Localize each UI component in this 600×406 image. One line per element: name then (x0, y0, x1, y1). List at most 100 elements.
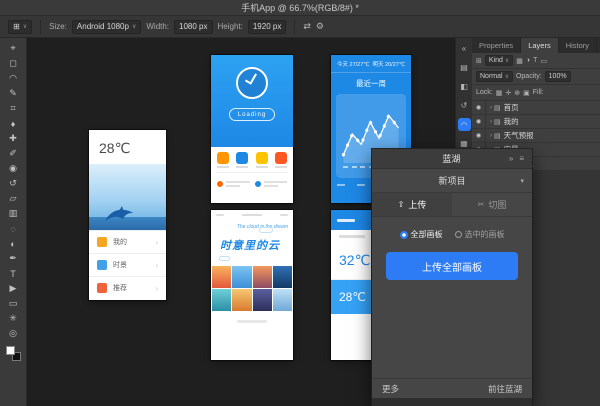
banner-item[interactable] (217, 177, 250, 191)
loading-button[interactable]: Loading (229, 108, 275, 121)
collapse-panels-icon[interactable]: « (458, 42, 471, 55)
collapse-icon[interactable]: » (509, 154, 513, 163)
quick-selection-tool-icon[interactable]: ✎ (3, 86, 23, 101)
app-shortcut[interactable] (275, 152, 287, 168)
app-icon (256, 152, 268, 164)
banner-item[interactable] (255, 177, 288, 191)
artboard-scene[interactable]: The cloud in the dream 时意里的云 (211, 210, 293, 360)
photo-thumbnail[interactable] (232, 266, 251, 288)
color-swatches[interactable] (6, 346, 21, 361)
dodge-tool-icon[interactable]: ◐ (3, 236, 23, 251)
artboard-loading[interactable]: Loading (211, 55, 293, 203)
orientation-icon[interactable]: ⇄ (303, 21, 311, 32)
opacity-input[interactable]: 100% (545, 71, 571, 82)
board-scope-radios: 全部画板 选中的画板 (400, 229, 505, 240)
visibility-eye-icon[interactable]: ◉ (472, 129, 486, 142)
app-shortcut[interactable] (256, 152, 268, 168)
clone-stamp-tool-icon[interactable]: ◉ (3, 161, 23, 176)
photo-thumbnail[interactable] (232, 289, 251, 311)
lock-all-icon[interactable]: ▣ (523, 89, 530, 97)
lanhu-plugin-icon[interactable]: ◠ (458, 118, 471, 131)
lasso-tool-icon[interactable]: ◠ (3, 71, 23, 86)
visibility-eye-icon[interactable]: ◉ (472, 115, 486, 128)
layer-row[interactable]: ◉ › ▤ 我的 (472, 115, 600, 129)
foreground-color-swatch[interactable] (6, 346, 15, 355)
scene-title: 时意里的云 (220, 237, 280, 253)
move-tool-icon[interactable]: ⌖ (3, 41, 23, 56)
expand-caret-icon[interactable]: › (490, 105, 492, 111)
tab-slice-label: 切图 (488, 198, 506, 211)
tab-slice[interactable]: ✂ 切图 (452, 193, 532, 216)
filter-pixel-icon[interactable]: ▦ (516, 57, 523, 65)
tab-history[interactable]: History (559, 38, 597, 53)
filter-shape-icon[interactable]: ▭ (540, 57, 547, 65)
tab-upload[interactable]: ⇧ 上传 (372, 193, 452, 216)
path-selection-tool-icon[interactable]: ▶ (3, 281, 23, 296)
label-placeholder (256, 166, 268, 168)
layer-row[interactable]: ◉ › ▤ 天气预报 (472, 129, 600, 143)
lanhu-upload-body: 全部画板 选中的画板 上传全部画板 (372, 217, 532, 378)
visibility-eye-icon[interactable]: ◉ (472, 101, 486, 114)
chevron-down-icon: ∨ (23, 23, 27, 30)
artboard-home[interactable]: 28℃ 我的 › 时景 › 推荐 › (89, 130, 166, 300)
panel-tabs: Properties Layers History (472, 38, 600, 53)
lock-artboard-icon[interactable]: ⊕ (514, 89, 520, 97)
project-select[interactable]: 新项目 ▾ (372, 169, 532, 193)
history-panel-icon[interactable]: ↺ (458, 99, 471, 112)
size-select[interactable]: Android 1080p ∨ (72, 20, 141, 34)
history-brush-tool-icon[interactable]: ↺ (3, 176, 23, 191)
lock-pixels-icon[interactable]: ▦ (496, 89, 503, 97)
app-shortcut[interactable] (236, 152, 248, 168)
photo-thumbnail[interactable] (253, 289, 272, 311)
expand-caret-icon[interactable]: › (490, 133, 492, 139)
tab-properties[interactable]: Properties (472, 38, 521, 53)
eraser-tool-icon[interactable]: ▱ (3, 191, 23, 206)
radio-all-artboards[interactable]: 全部画板 (400, 229, 443, 240)
blur-tool-icon[interactable]: ◌ (3, 221, 23, 236)
adjustments-panel-icon[interactable]: ◧ (458, 80, 471, 93)
gradient-tool-icon[interactable]: ▥ (3, 206, 23, 221)
app-shortcut[interactable] (217, 152, 229, 168)
crop-tool-icon[interactable]: ⌗ (3, 101, 23, 116)
photo-thumbnail[interactable] (212, 266, 231, 288)
swatches-panel-icon[interactable]: ▤ (458, 61, 471, 74)
layer-name: 首页 (504, 102, 519, 113)
settings-gear-icon[interactable]: ⚙ (316, 21, 324, 32)
artboard-tool-preset[interactable]: ⊞ ∨ (8, 20, 32, 34)
home-menu-item-recommend[interactable]: 推荐 › (89, 276, 166, 299)
eyedropper-tool-icon[interactable]: ♦ (3, 116, 23, 131)
filter-type-icon[interactable]: T (533, 57, 537, 64)
lock-position-icon[interactable]: ✛ (505, 89, 511, 97)
more-link[interactable]: 更多 (382, 383, 399, 395)
shape-tool-icon[interactable]: ▭ (3, 296, 23, 311)
brush-tool-icon[interactable]: ✐ (3, 146, 23, 161)
radio-selected-artboards[interactable]: 选中的画板 (455, 229, 505, 240)
pen-tool-icon[interactable]: ✒ (3, 251, 23, 266)
width-input[interactable]: 1080 px (174, 20, 212, 34)
height-input[interactable]: 1920 px (248, 20, 286, 34)
upload-all-artboards-button[interactable]: 上传全部画板 (386, 252, 518, 280)
zoom-tool-icon[interactable]: ◎ (3, 326, 23, 341)
layer-row[interactable]: ◉ › ▤ 首页 (472, 101, 600, 115)
home-menu-item-mine[interactable]: 我的 › (89, 230, 166, 253)
panel-menu-icon[interactable]: ≡ (519, 154, 524, 163)
hand-tool-icon[interactable]: ✳ (3, 311, 23, 326)
filter-adjustment-icon[interactable]: ◑ (526, 57, 530, 64)
fill-label: Fill: (533, 89, 544, 96)
marquee-tool-icon[interactable]: ◻ (3, 56, 23, 71)
expand-caret-icon[interactable]: › (490, 119, 492, 125)
photo-thumbnail[interactable] (273, 266, 292, 288)
kind-select[interactable]: Kind ∨ (485, 55, 513, 66)
goto-lanhu-link[interactable]: 前往蓝湖 (488, 383, 522, 395)
filter-grid-icon[interactable]: ⊞ (476, 57, 482, 65)
type-tool-icon[interactable]: T (3, 266, 23, 281)
home-menu-item-scene[interactable]: 时景 › (89, 253, 166, 276)
blend-mode-select[interactable]: Normal ∨ (476, 71, 513, 82)
photo-thumbnail[interactable] (273, 289, 292, 311)
lanhu-panel-header[interactable]: 蓝湖 » ≡ (372, 149, 532, 169)
photo-grid (211, 266, 293, 311)
photo-thumbnail[interactable] (212, 289, 231, 311)
healing-brush-tool-icon[interactable]: ✚ (3, 131, 23, 146)
photo-thumbnail[interactable] (253, 266, 272, 288)
tab-layers[interactable]: Layers (521, 38, 559, 53)
